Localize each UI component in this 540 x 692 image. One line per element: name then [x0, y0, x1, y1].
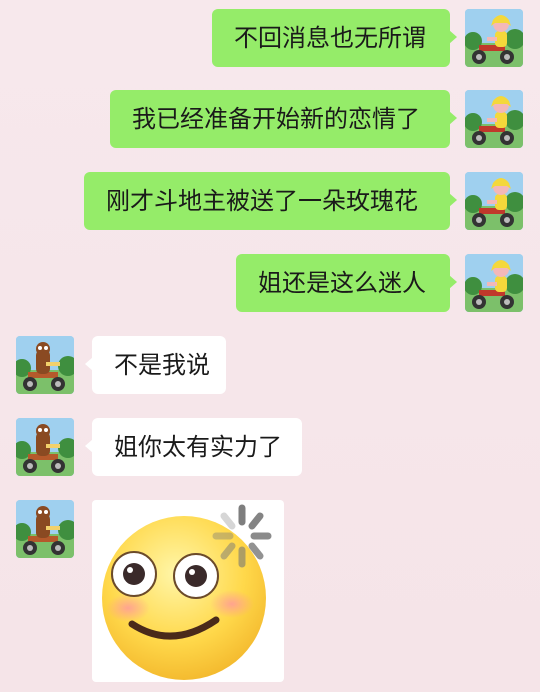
- avatar[interactable]: [465, 172, 523, 230]
- cartoon-boy-on-tricycle-avatar-icon: [16, 500, 74, 558]
- loading-smiley-emoji-icon: [102, 504, 272, 680]
- message-text: 姐还是这么迷人: [258, 269, 426, 297]
- message-bubble-incoming[interactable]: 姐你太有实力了: [85, 418, 302, 476]
- message-row-outgoing: 刚才斗地主被送了一朵玫瑰花: [0, 172, 540, 230]
- avatar[interactable]: [16, 336, 74, 394]
- cartoon-boy-on-tricycle-avatar-icon: [16, 418, 74, 476]
- message-text: 不是我说: [114, 351, 210, 379]
- avatar[interactable]: [465, 254, 523, 312]
- message-bubble-outgoing[interactable]: 姐还是这么迷人: [236, 254, 457, 312]
- cartoon-girl-on-tricycle-avatar-icon: [465, 172, 523, 230]
- avatar[interactable]: [465, 90, 523, 148]
- message-text: 姐你太有实力了: [114, 433, 282, 461]
- cartoon-girl-on-tricycle-avatar-icon: [465, 254, 523, 312]
- avatar[interactable]: [465, 9, 523, 67]
- message-text: 我已经准备开始新的恋情了: [132, 105, 420, 133]
- message-bubble-outgoing[interactable]: 不回消息也无所谓: [212, 9, 457, 67]
- message-bubble-outgoing[interactable]: 刚才斗地主被送了一朵玫瑰花: [84, 172, 457, 230]
- avatar[interactable]: [16, 418, 74, 476]
- message-text: 刚才斗地主被送了一朵玫瑰花: [106, 187, 418, 215]
- cartoon-girl-on-tricycle-avatar-icon: [465, 9, 523, 67]
- message-bubble-outgoing[interactable]: 我已经准备开始新的恋情了: [110, 90, 457, 148]
- message-row-outgoing: 姐还是这么迷人: [0, 254, 540, 312]
- message-row-outgoing: 我已经准备开始新的恋情了: [0, 90, 540, 148]
- message-row-outgoing: 不回消息也无所谓: [0, 9, 540, 67]
- cartoon-girl-on-tricycle-avatar-icon: [465, 90, 523, 148]
- sticker-message[interactable]: [92, 500, 284, 682]
- message-row-incoming: 姐你太有实力了: [0, 418, 540, 476]
- message-text: 不回消息也无所谓: [234, 24, 426, 52]
- message-row-incoming: 不是我说: [0, 336, 540, 394]
- avatar[interactable]: [16, 500, 74, 558]
- cartoon-boy-on-tricycle-avatar-icon: [16, 336, 74, 394]
- message-bubble-incoming[interactable]: 不是我说: [85, 336, 226, 394]
